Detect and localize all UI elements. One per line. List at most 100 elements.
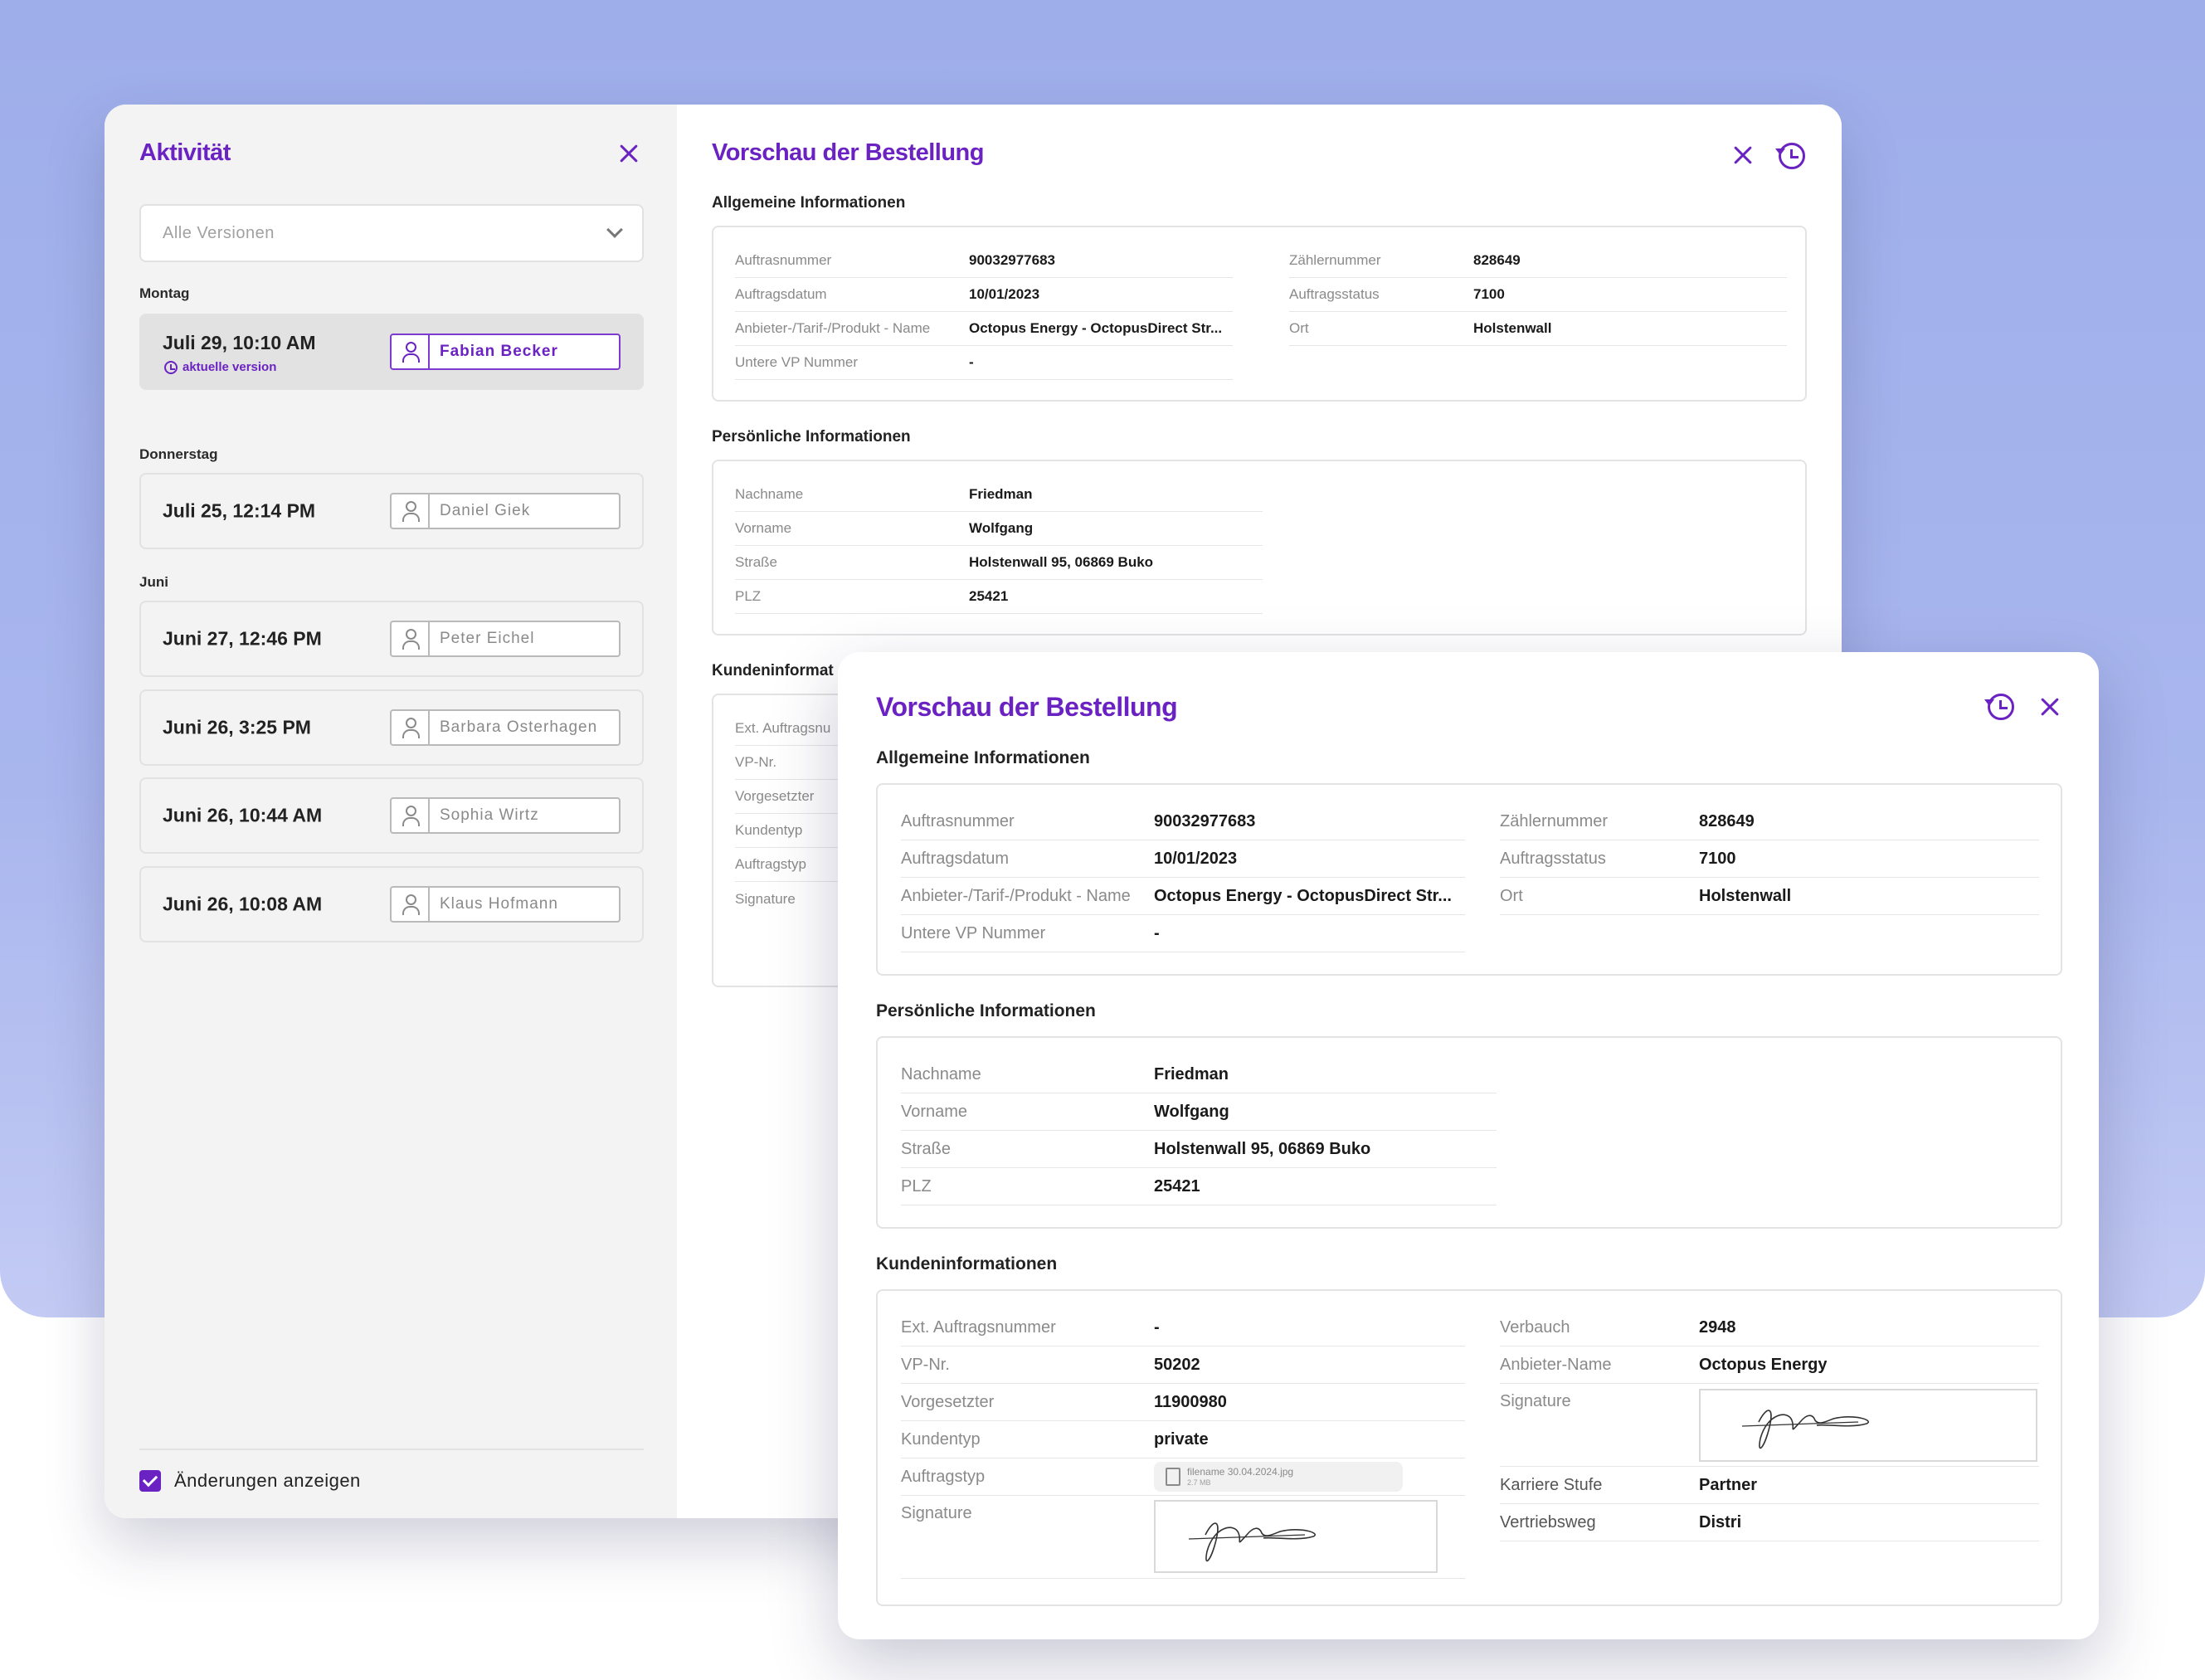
preview-title: Vorschau der Bestellung	[712, 139, 985, 166]
info-row: Untere VP Nummer -	[901, 915, 1465, 952]
info-row: Auftragsdatum 10/01/2023	[735, 278, 1233, 312]
info-row: Karriere Stufe Partner	[1500, 1467, 2039, 1504]
current-version-label: aktuelle version	[164, 360, 276, 374]
day-label: Donnerstag	[139, 446, 218, 462]
info-row: Auftragsstatus 7100	[1289, 278, 1787, 312]
info-row: PLZ 25421	[901, 1168, 1497, 1205]
user-icon	[392, 494, 430, 528]
info-row: Anbieter-/Tarif-/Produkt - Name Octopus E…	[901, 878, 1465, 915]
section-title-general: Allgemeine Informationen	[712, 194, 906, 212]
info-row: PLZ 25421	[735, 580, 1263, 614]
version-entry[interactable]: Juni 26, 10:08 AM Klaus Hofmann	[139, 866, 644, 942]
close-preview-icon[interactable]	[2037, 694, 2062, 719]
entry-time: Juni 26, 3:25 PM	[163, 716, 311, 738]
customer-info-card: Ext. Auftragsnummer - VP-Nr. 50202 Vorgese…	[876, 1289, 2062, 1606]
info-row: Anbieter-Name Octopus Energy	[1500, 1346, 2039, 1384]
info-row: Zählernummer 828649	[1500, 803, 2039, 840]
info-row: Vertriebsweg Distri	[1500, 1504, 2039, 1541]
user-tag[interactable]: Peter Eichel	[390, 621, 621, 657]
info-row: Zählernummer 828649	[1289, 244, 1787, 278]
preview-title: Vorschau der Bestellung	[876, 692, 1178, 722]
day-label: Juni	[139, 574, 168, 590]
version-entry[interactable]: Juni 27, 12:46 PM Peter Eichel	[139, 601, 644, 677]
info-row: Verbauch 2948	[1500, 1309, 2039, 1346]
entry-time: Juli 25, 12:14 PM	[163, 499, 316, 522]
entry-time: Juni 26, 10:44 AM	[163, 804, 323, 826]
activity-panel: Aktivität Alle Versionen Montag Juli 29,…	[105, 105, 677, 1518]
user-tag[interactable]: Barbara Osterhagen	[390, 709, 621, 746]
user-tag[interactable]: Fabian Becker	[390, 334, 621, 370]
user-name: Klaus Hofmann	[440, 895, 558, 913]
show-changes-toggle[interactable]: Änderungen anzeigen	[139, 1470, 361, 1492]
info-row: Vorname Wolfgang	[901, 1093, 1497, 1131]
user-icon	[392, 622, 430, 655]
file-attachment[interactable]: filename 30.04.2024.jpg 2.7 MB	[1154, 1462, 1403, 1492]
info-row: Kundentyp private	[901, 1421, 1465, 1458]
version-entry[interactable]: Juli 25, 12:14 PM Daniel Giek	[139, 473, 644, 549]
history-icon	[164, 360, 178, 374]
info-row: Anbieter-/Tarif-/Produkt - Name Octopus E…	[735, 312, 1233, 346]
chevron-down-icon	[606, 222, 623, 238]
info-row: Auftragsdatum 10/01/2023	[901, 840, 1465, 878]
activity-title: Aktivität	[139, 139, 231, 166]
user-icon	[392, 335, 430, 368]
info-row: Straße Holstenwall 95, 06869 Buko	[735, 546, 1263, 580]
info-row: Nachname Friedman	[901, 1056, 1497, 1093]
section-title-personal: Persönliche Informationen	[876, 1001, 1096, 1020]
info-row: Ext. Auftragsnummer -	[901, 1309, 1465, 1346]
info-row: VP-Nr. 50202	[901, 1346, 1465, 1384]
user-icon	[392, 711, 430, 744]
version-entry-active[interactable]: Juli 29, 10:10 AM aktuelle version Fabia…	[139, 314, 644, 390]
general-info-card: Auftrasnummer 90032977683 Auftragsdatum 10…	[712, 226, 1807, 402]
user-icon	[392, 799, 430, 832]
info-row: Ort Holstenwall	[1500, 878, 2039, 915]
info-row: Vorname Wolfgang	[735, 512, 1263, 546]
version-entry[interactable]: Juni 26, 3:25 PM Barbara Osterhagen	[139, 689, 644, 766]
section-title-general: Allgemeine Informationen	[876, 748, 1090, 767]
entry-time: Juni 27, 12:46 PM	[163, 627, 322, 650]
version-entry[interactable]: Juni 26, 10:44 AM Sophia Wirtz	[139, 777, 644, 854]
section-title-personal: Persönliche Informationen	[712, 428, 911, 446]
history-icon[interactable]	[1775, 143, 1805, 169]
info-row: Straße Holstenwall 95, 06869 Buko	[901, 1131, 1497, 1168]
section-title-customer: Kundeninformationen	[876, 1254, 1058, 1273]
show-changes-label: Änderungen anzeigen	[174, 1470, 361, 1491]
signature-image	[1154, 1500, 1438, 1573]
close-preview-icon[interactable]	[1730, 143, 1755, 168]
signature-drawing	[1188, 1522, 1316, 1562]
user-icon	[392, 888, 430, 921]
general-info-card: Auftrasnummer 90032977683 Auftragsdatum 10…	[876, 783, 2062, 976]
entry-time: Juni 26, 10:08 AM	[163, 893, 323, 915]
info-row: Untere VP Nummer -	[735, 346, 1233, 380]
file-size: 2.7 MB	[1187, 1478, 1211, 1487]
user-name: Daniel Giek	[440, 502, 531, 519]
info-row: Auftragsstatus 7100	[1500, 840, 2039, 878]
day-label: Montag	[139, 285, 190, 301]
info-row: Ort Holstenwall	[1289, 312, 1787, 346]
user-name: Sophia Wirtz	[440, 806, 539, 824]
history-icon[interactable]	[1984, 694, 2014, 720]
user-name: Fabian Becker	[440, 343, 558, 360]
signature-drawing	[1741, 1410, 1869, 1449]
checkbox-checked[interactable]	[139, 1470, 161, 1492]
entry-time: Juli 29, 10:10 AM	[163, 332, 316, 353]
version-select-value: Alle Versionen	[163, 223, 275, 242]
close-activity-icon[interactable]	[616, 141, 641, 166]
user-name: Barbara Osterhagen	[440, 718, 598, 736]
user-tag[interactable]: Sophia Wirtz	[390, 797, 621, 834]
info-row: Vorgesetzter 11900980	[901, 1384, 1465, 1421]
file-name: filename 30.04.2024.jpg	[1187, 1466, 1294, 1478]
personal-info-card: Nachname Friedman Vorname Wolfgang Straße H…	[876, 1036, 2062, 1229]
signature-image	[1699, 1389, 2037, 1462]
info-row: Auftrasnummer 90032977683	[735, 244, 1233, 278]
file-icon	[1166, 1468, 1180, 1486]
user-tag[interactable]: Klaus Hofmann	[390, 886, 621, 923]
info-row: Auftrasnummer 90032977683	[901, 803, 1465, 840]
version-select[interactable]: Alle Versionen	[139, 204, 644, 262]
personal-info-card: Nachname Friedman Vorname Wolfgang Straße H…	[712, 460, 1807, 635]
front-preview-panel: Vorschau der Bestellung Allgemeine Infor…	[838, 652, 2099, 1639]
user-tag[interactable]: Daniel Giek	[390, 493, 621, 529]
divider	[139, 1449, 644, 1450]
info-row: Nachname Friedman	[735, 478, 1263, 512]
section-title-customer: Kundeninformat	[712, 662, 834, 679]
